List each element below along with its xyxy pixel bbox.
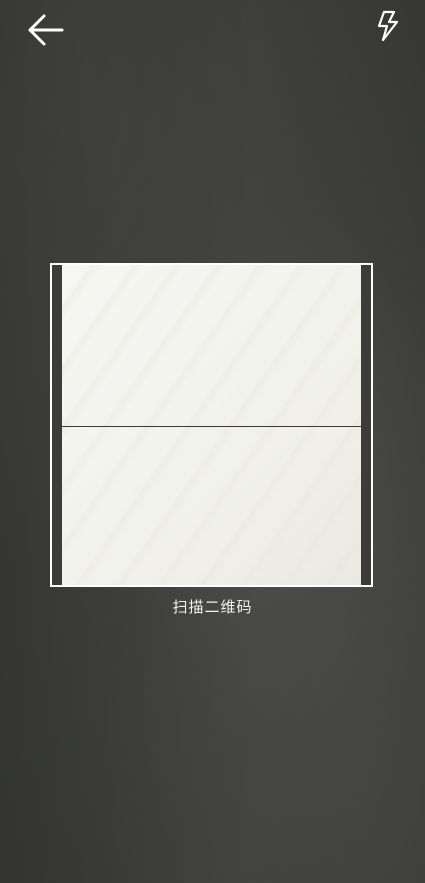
flash-icon <box>377 10 399 42</box>
scan-frame-right-edge <box>361 265 371 585</box>
scan-frame-left-edge <box>52 265 62 585</box>
scan-area <box>62 265 361 585</box>
back-button[interactable] <box>22 8 70 52</box>
arrow-left-icon <box>28 14 64 46</box>
scan-line <box>62 426 361 427</box>
scan-frame <box>50 263 373 587</box>
scan-label: 扫描二维码 <box>172 598 253 616</box>
flash-button[interactable] <box>373 8 403 44</box>
top-bar <box>0 0 425 60</box>
